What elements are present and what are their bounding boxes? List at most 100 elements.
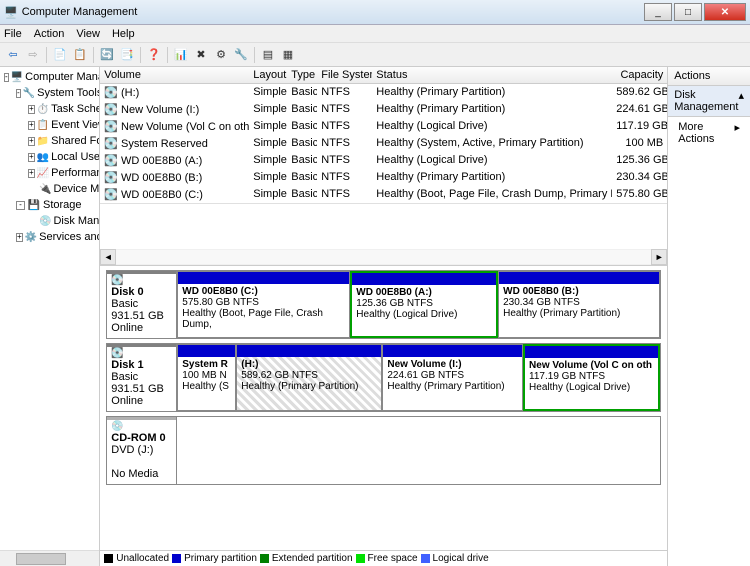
col-capacity[interactable]: Capacity <box>612 67 667 83</box>
actions-section[interactable]: Disk Management ▴ <box>668 86 750 117</box>
perf-icon: 📈 <box>37 166 49 180</box>
storage-icon: 💾 <box>27 198 41 212</box>
minimize-button[interactable]: _ <box>644 3 672 21</box>
disk-icon: 💿 <box>39 214 51 228</box>
table-row[interactable]: 💽 WD 00E8B0 (C:)SimpleBasicNTFSHealthy (… <box>100 186 667 203</box>
tree-devicemgr[interactable]: 🔌Device Manager <box>2 181 97 197</box>
list-button[interactable]: ▤ <box>259 46 277 64</box>
nav-tree: -🖥️Computer Management -🔧System Tools +⏱… <box>0 67 100 566</box>
expand-icon[interactable]: + <box>28 169 35 178</box>
tree-localusers[interactable]: +👥Local Users and Gro <box>2 149 97 165</box>
menu-file[interactable]: File <box>4 28 22 40</box>
device-icon: 🔌 <box>39 182 51 196</box>
disk-icon: 💽 <box>111 275 172 286</box>
tree-root[interactable]: -🖥️Computer Management <box>2 69 97 85</box>
actions-more[interactable]: More Actions ▸ <box>668 117 750 149</box>
partition-b[interactable]: WD 00E8B0 (B:) 230.34 GB NTFS Healthy (P… <box>498 271 660 338</box>
partition-c[interactable]: WD 00E8B0 (C:) 575.80 GB NTFS Healthy (B… <box>177 271 350 338</box>
refresh-button[interactable]: 🔄 <box>98 46 116 64</box>
back-button[interactable]: ⇦ <box>4 46 22 64</box>
collapse-icon[interactable]: - <box>16 89 21 98</box>
scroll-thumb[interactable] <box>16 553 66 565</box>
actions-header: Actions <box>668 67 750 86</box>
expand-icon[interactable]: + <box>16 233 23 242</box>
tree-diskmgmt[interactable]: 💿Disk Management <box>2 213 97 229</box>
tree-storage[interactable]: -💾Storage <box>2 197 97 213</box>
export-button[interactable]: 📑 <box>118 46 136 64</box>
table-row[interactable]: 💽 (H:)SimpleBasicNTFSHealthy (Primary Pa… <box>100 84 667 101</box>
cdrom-info: 💿 CD-ROM 0 DVD (J:) No Media <box>107 417 177 484</box>
table-row[interactable]: 💽 New Volume (I:)SimpleBasicNTFSHealthy … <box>100 101 667 118</box>
titlebar: 🖥️ Computer Management _ □ ✕ <box>0 0 750 25</box>
services-icon: ⚙️ <box>25 230 37 244</box>
tree-hscroll[interactable] <box>0 550 99 566</box>
event-icon: 📋 <box>37 118 49 132</box>
center-pane: Volume Layout Type File System Status Ca… <box>100 67 668 566</box>
collapse-icon[interactable]: - <box>16 201 25 210</box>
tree-systools[interactable]: -🔧System Tools <box>2 85 97 101</box>
scroll-left-icon[interactable]: ◄ <box>100 249 116 265</box>
menubar: File Action View Help <box>0 25 750 43</box>
detail-button[interactable]: ▦ <box>279 46 297 64</box>
tree-services[interactable]: +⚙️Services and Applicati <box>2 229 97 245</box>
disk-graphical-view: 💽 Disk 0 Basic 931.51 GB Online WD 00E8B… <box>100 265 667 550</box>
expand-icon[interactable]: + <box>28 137 35 146</box>
tree-sharedfolders[interactable]: +📁Shared Folders <box>2 133 97 149</box>
col-layout[interactable]: Layout <box>249 67 287 83</box>
folder-icon: 📁 <box>37 134 49 148</box>
table-row[interactable]: 💽 System ReservedSimpleBasicNTFSHealthy … <box>100 135 667 152</box>
scroll-right-icon[interactable]: ► <box>651 249 667 265</box>
col-volume[interactable]: Volume <box>100 67 249 83</box>
menu-action[interactable]: Action <box>34 28 65 40</box>
forward-button[interactable]: ⇨ <box>24 46 42 64</box>
tree-eventviewer[interactable]: +📋Event Viewer <box>2 117 97 133</box>
partition-i[interactable]: New Volume (I:) 224.61 GB NTFS Healthy (… <box>382 344 523 411</box>
partition-g[interactable]: New Volume (Vol C on oth 117.19 GB NTFS … <box>523 344 660 411</box>
table-header: Volume Layout Type File System Status Ca… <box>100 67 667 84</box>
properties-button[interactable]: 📋 <box>71 46 89 64</box>
up-button[interactable]: 📄 <box>51 46 69 64</box>
swatch-extended <box>260 554 269 563</box>
expand-icon[interactable]: + <box>28 121 35 130</box>
disk-0-info: 💽 Disk 0 Basic 931.51 GB Online <box>107 271 177 338</box>
table-hscroll[interactable]: ◄ ► <box>100 249 667 265</box>
partition-h[interactable]: (H:) 589.62 GB NTFS Healthy (Primary Par… <box>236 344 382 411</box>
view-button[interactable]: 📊 <box>172 46 190 64</box>
delete-button[interactable]: ✖ <box>192 46 210 64</box>
menu-view[interactable]: View <box>76 28 100 40</box>
tree-tasksched[interactable]: +⏱️Task Scheduler <box>2 101 97 117</box>
expand-icon[interactable]: + <box>28 105 35 114</box>
maximize-button[interactable]: □ <box>674 3 702 21</box>
table-row[interactable]: 💽 WD 00E8B0 (A:)SimpleBasicNTFSHealthy (… <box>100 152 667 169</box>
menu-help[interactable]: Help <box>112 28 135 40</box>
disk-0-row[interactable]: 💽 Disk 0 Basic 931.51 GB Online WD 00E8B… <box>106 270 661 339</box>
window-title: Computer Management <box>22 6 642 18</box>
help-button[interactable]: ❓ <box>145 46 163 64</box>
partition-system-reserved[interactable]: System R 100 MB N Healthy (S <box>177 344 236 411</box>
tree-performance[interactable]: +📈Performance <box>2 165 97 181</box>
legend: Unallocated Primary partition Extended p… <box>100 550 667 566</box>
chevron-right-icon: ▸ <box>734 121 740 145</box>
swatch-unallocated <box>104 554 113 563</box>
collapse-icon[interactable]: ▴ <box>738 89 744 113</box>
tool-button[interactable]: 🔧 <box>232 46 250 64</box>
disk-1-row[interactable]: 💽 Disk 1 Basic 931.51 GB Online System R… <box>106 343 661 412</box>
swatch-logical <box>421 554 430 563</box>
settings-button[interactable]: ⚙ <box>212 46 230 64</box>
table-row[interactable]: 💽 New Volume (Vol C on other) (G:)Simple… <box>100 118 667 135</box>
partition-a[interactable]: WD 00E8B0 (A:) 125.36 GB NTFS Healthy (L… <box>350 271 498 338</box>
table-row[interactable]: 💽 WD 00E8B0 (B:)SimpleBasicNTFSHealthy (… <box>100 169 667 186</box>
expand-icon[interactable]: + <box>28 153 35 162</box>
col-fs[interactable]: File System <box>317 67 372 83</box>
clock-icon: ⏱️ <box>37 102 49 116</box>
collapse-icon[interactable]: - <box>4 73 9 82</box>
col-status[interactable]: Status <box>372 67 612 83</box>
close-button[interactable]: ✕ <box>704 3 746 21</box>
tools-icon: 🔧 <box>23 86 35 100</box>
cd-icon: 💿 <box>111 421 172 432</box>
col-type[interactable]: Type <box>287 67 317 83</box>
actions-pane: Actions Disk Management ▴ More Actions ▸ <box>668 67 750 566</box>
computer-icon: 🖥️ <box>11 70 23 84</box>
cdrom-row[interactable]: 💿 CD-ROM 0 DVD (J:) No Media <box>106 416 661 485</box>
users-icon: 👥 <box>37 150 49 164</box>
